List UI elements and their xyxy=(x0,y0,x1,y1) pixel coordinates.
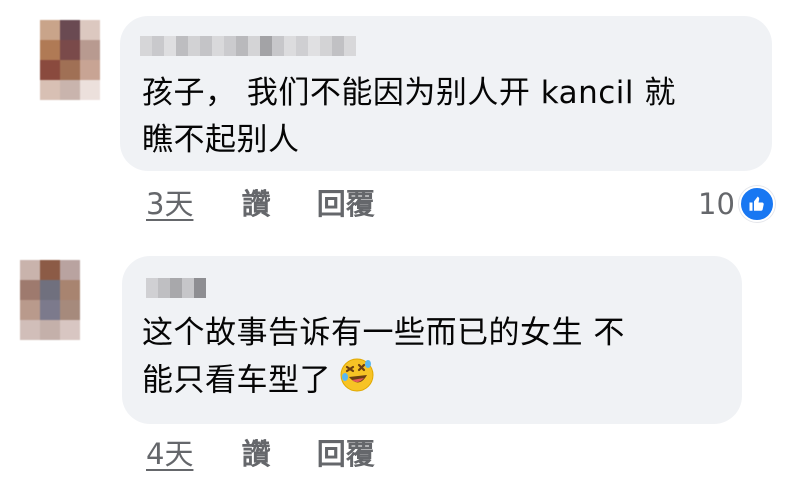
comment-timestamp[interactable]: 3天 xyxy=(146,187,193,221)
rolling-on-floor-laughing-icon xyxy=(339,357,375,407)
reply-button[interactable]: 回覆 xyxy=(317,187,375,221)
comment-bubble: 孩子， 我们不能因为别人开 kancil 就 瞧不起别人 xyxy=(120,16,772,171)
reply-button[interactable]: 回覆 xyxy=(317,437,375,471)
comment-bubble: 这个故事告诉有一些而已的女生 不 能只看车型了 xyxy=(122,256,742,424)
comment-actions: 3天 讚 回覆 xyxy=(146,184,375,224)
commenter-name-blurred[interactable] xyxy=(146,278,206,298)
comment-text-line: 这个故事告诉有一些而已的女生 不 xyxy=(142,315,625,351)
comment-text: 这个故事告诉有一些而已的女生 不 能只看车型了 xyxy=(142,310,625,407)
comment-text-line: 能只看车型了 xyxy=(142,362,331,399)
reaction-summary[interactable]: 10 xyxy=(698,184,775,224)
comment-actions: 4天 讚 回覆 xyxy=(146,434,375,474)
comment-text-line: 瞧不起别人 xyxy=(142,122,300,158)
comment-text-line-with-emoji: 能只看车型了 xyxy=(142,357,625,407)
like-button[interactable]: 讚 xyxy=(242,187,271,221)
comments-section: 孩子， 我们不能因为别人开 kancil 就 瞧不起别人 3天 讚 回覆 10 … xyxy=(0,0,800,485)
commenter-name-blurred[interactable] xyxy=(140,36,356,56)
comment-timestamp[interactable]: 4天 xyxy=(146,437,193,471)
avatar[interactable] xyxy=(40,20,100,100)
comment-text: 孩子， 我们不能因为别人开 kancil 就 瞧不起别人 xyxy=(142,70,676,164)
thumbs-up-icon xyxy=(738,186,775,222)
avatar[interactable] xyxy=(20,260,80,340)
like-button[interactable]: 讚 xyxy=(242,437,271,471)
reaction-count: 10 xyxy=(698,187,735,221)
comment-text-line: 孩子， 我们不能因为别人开 kancil 就 xyxy=(142,75,676,111)
